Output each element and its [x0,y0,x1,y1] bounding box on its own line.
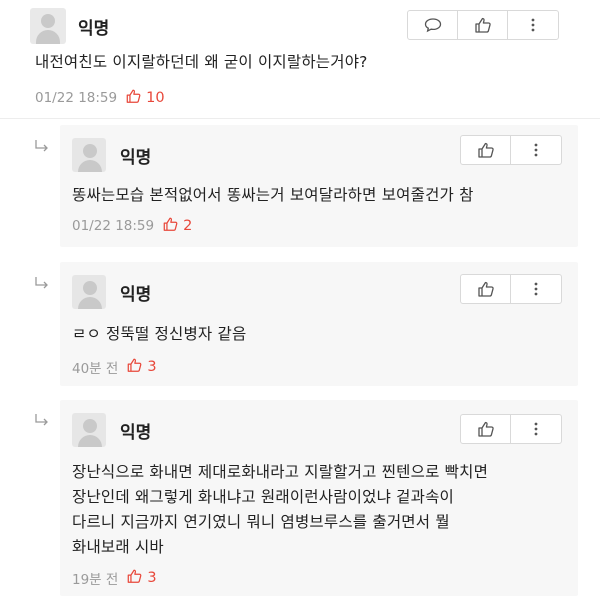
more-button[interactable] [511,275,561,303]
divider [0,118,600,119]
reply-arrow-icon [34,412,50,428]
comment-author: 익명 [120,422,152,443]
comment-text-line: 장난식으로 화내면 제대로화내라고 지랄할거고 찐텐으로 빡치면 [72,463,489,481]
post-time: 01/22 18:59 [35,90,118,106]
comment-item: 익명 장난식으로 화내면 제대로화내라고 지랄할거고 찐텐으로 빡치면 장난인데… [60,400,578,596]
comment-meta: 19분 전 3 [72,568,566,588]
post-author: 익명 [78,18,110,39]
post-text: 내전여친도 이지랄하던데 왜 굳이 이지랄하는거야? [35,53,368,71]
more-button[interactable] [508,11,558,39]
thumbs-up-icon [162,216,183,236]
comment-button[interactable] [408,11,458,39]
comment-like-count[interactable]: 3 [126,568,157,588]
more-vertical-icon [533,421,539,437]
main-post: 익명 내전여친도 이지랄하던데 왜 굳이 이지랄하는거야? 01/22 18:5… [0,0,600,118]
more-vertical-icon [530,17,536,33]
reply-arrow-icon [34,138,50,154]
comment-text-line: 장난인데 왜그렇게 화내냐고 원래이런사람이었냐 겉과속이 [72,488,455,506]
post-header: 익명 [30,6,109,46]
comment-actions [460,414,562,444]
comment-time: 01/22 18:59 [72,218,155,234]
more-button[interactable] [511,415,561,443]
like-button[interactable] [458,11,508,39]
thumbs-up-icon [126,357,147,377]
avatar [72,138,106,172]
comment-icon [424,17,442,33]
thumbs-up-icon [477,141,495,159]
comment-text-line: 화내보래 시바 [72,538,164,556]
avatar [72,413,106,447]
like-button[interactable] [461,415,511,443]
comment-actions [460,274,562,304]
comment-like-count[interactable]: 3 [126,357,157,377]
more-vertical-icon [533,281,539,297]
avatar [30,8,66,44]
thumbs-up-icon [477,280,495,298]
thumbs-up-icon [125,88,146,108]
comment-time: 40분 전 [72,361,119,377]
comment-text-line: 다르니 지금까지 연기였니 뭐니 염병브루스를 출거면서 뭘 [72,513,450,531]
comment-like-count[interactable]: 2 [162,216,192,236]
thumbs-up-icon [477,420,495,438]
post-meta: 01/22 18:59 10 [35,88,165,108]
post-like-count[interactable]: 10 [125,88,165,108]
comment-text: ㄹㅇ 정뚝떨 정신병자 같음 [72,325,247,343]
comment-item: 익명 똥싸는모습 본적없어서 똥싸는거 보여달라하면 보여줄건가 참 01/22… [60,125,578,247]
comment-meta: 40분 전 3 [72,357,566,377]
post-actions [407,10,559,40]
comment-author: 익명 [120,147,152,168]
comment-text: 똥싸는모습 본적없어서 똥싸는거 보여달라하면 보여줄건가 참 [72,186,474,204]
more-vertical-icon [533,142,539,158]
comment-meta: 01/22 18:59 2 [72,216,566,236]
avatar [72,275,106,309]
comment-author: 익명 [120,284,152,305]
like-button[interactable] [461,136,511,164]
comment-time: 19분 전 [72,572,119,588]
comment-item: 익명 ㄹㅇ 정뚝떨 정신병자 같음 40분 전 3 [60,262,578,386]
thumbs-up-icon [474,16,492,34]
thumbs-up-icon [126,568,147,588]
like-button[interactable] [461,275,511,303]
more-button[interactable] [511,136,561,164]
reply-arrow-icon [34,275,50,291]
comment-text: 장난식으로 화내면 제대로화내라고 지랄할거고 찐텐으로 빡치면 장난인데 왜그… [72,460,566,560]
comment-actions [460,135,562,165]
